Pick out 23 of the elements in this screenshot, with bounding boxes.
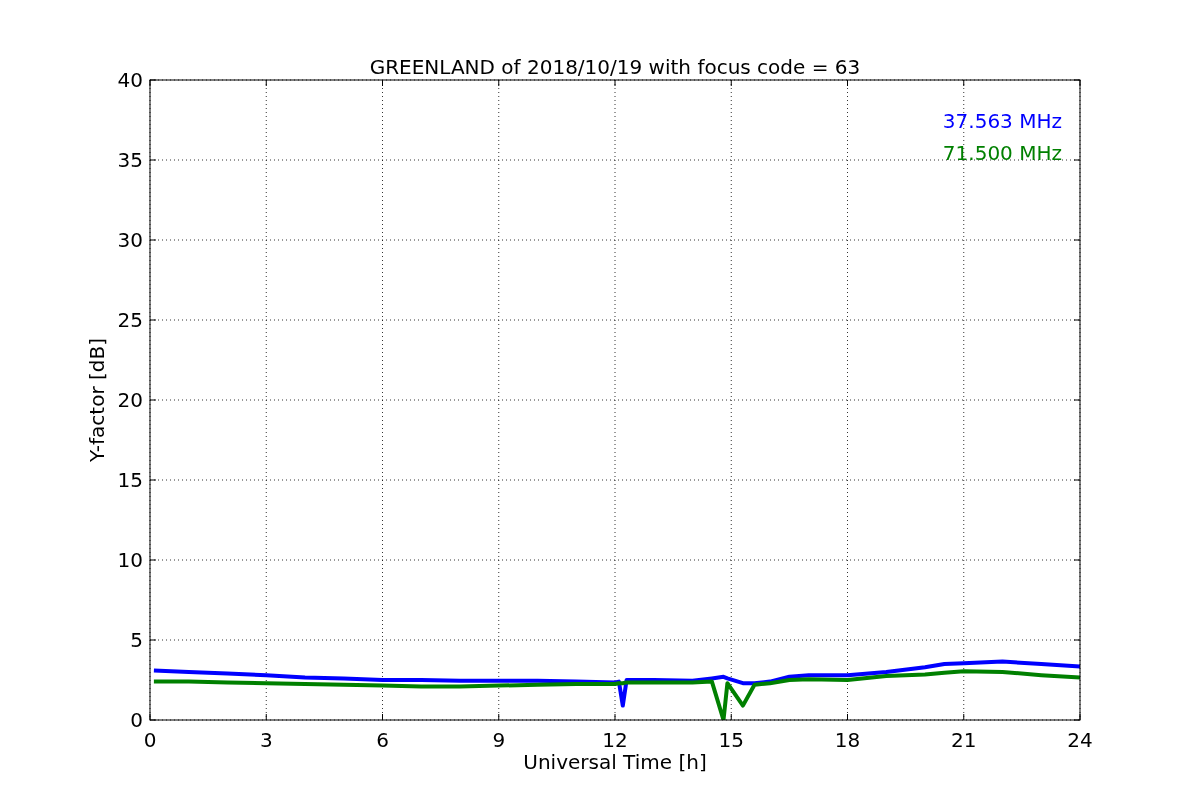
legend-label: 37.563 MHz xyxy=(942,109,1062,133)
y-tick-label: 35 xyxy=(117,148,143,172)
y-tick-label: 10 xyxy=(117,548,143,572)
y-tick-label: 0 xyxy=(130,708,143,732)
y-axis-label: Y-factor [dB] xyxy=(85,338,109,462)
y-tick-label: 30 xyxy=(117,228,143,252)
legend-label: 71.500 MHz xyxy=(942,141,1062,165)
x-tick-label: 9 xyxy=(492,728,506,752)
x-tick-label: 3 xyxy=(259,728,273,752)
y-tick-label: 25 xyxy=(117,308,143,332)
x-tick-label: 18 xyxy=(834,728,861,752)
x-tick-label: 15 xyxy=(718,728,744,752)
x-tick-label: 0 xyxy=(143,728,157,752)
chart-title: GREENLAND of 2018/10/19 with focus code = 63 xyxy=(369,55,861,79)
x-tick-label: 12 xyxy=(602,728,628,752)
y-tick-label: 20 xyxy=(117,388,143,412)
x-axis-label: Universal Time [h] xyxy=(523,750,707,774)
y-tick-label: 15 xyxy=(117,468,143,492)
x-tick-label: 21 xyxy=(951,728,977,752)
x-tick-label: 24 xyxy=(1067,728,1093,752)
y-tick-label: 5 xyxy=(130,628,143,652)
y-tick-label: 40 xyxy=(117,68,143,92)
x-tick-label: 6 xyxy=(376,728,389,752)
